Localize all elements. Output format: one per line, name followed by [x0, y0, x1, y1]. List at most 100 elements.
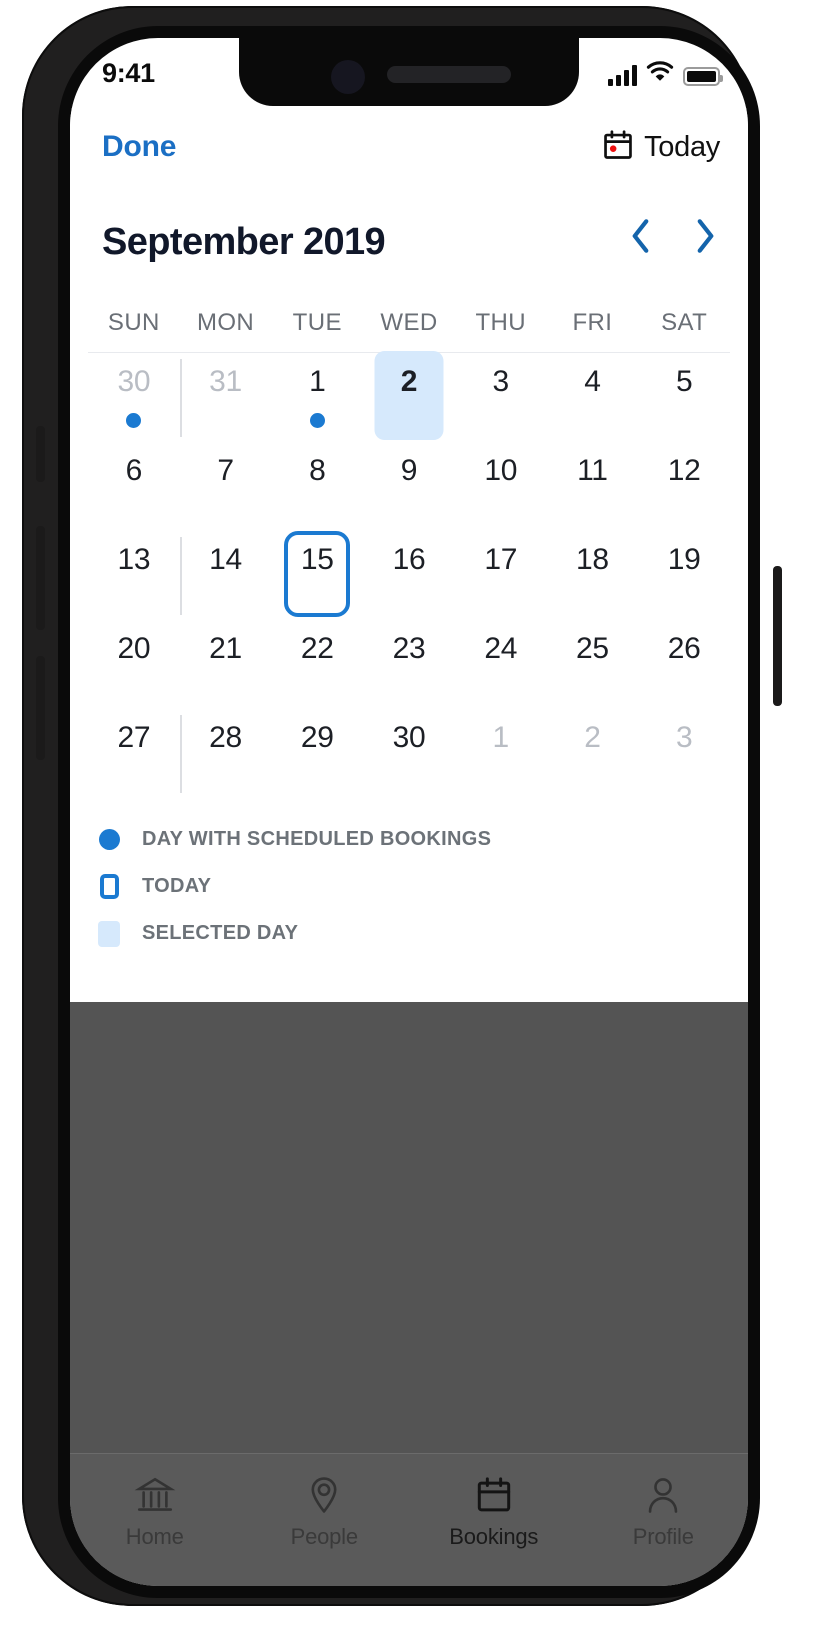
day-cell[interactable]: 3	[455, 353, 547, 442]
power-button[interactable]	[773, 566, 782, 706]
tab-label-people: People	[290, 1524, 359, 1549]
day-number: 31	[209, 365, 242, 398]
day-number: 27	[117, 721, 151, 754]
day-cell[interactable]: 23	[363, 620, 455, 709]
day-cell[interactable]: 2	[363, 351, 455, 442]
day-number: 13	[117, 543, 151, 576]
person-icon	[642, 1472, 684, 1518]
day-number: 3	[675, 721, 693, 754]
day-number: 12	[667, 454, 701, 487]
day-cell[interactable]: 24	[455, 620, 547, 709]
legend-label: SELECTED DAY	[142, 922, 299, 944]
day-number: 9	[400, 454, 418, 487]
battery-full-icon	[683, 67, 723, 86]
day-number: 14	[209, 543, 242, 576]
legend-row: TODAY	[96, 863, 748, 910]
day-number: 7	[217, 454, 234, 487]
day-number: 3	[492, 365, 510, 398]
day-number: 10	[484, 454, 518, 487]
weekday-header-row: SUN MON TUE WED THU FRI SAT	[70, 294, 748, 352]
today-button-label: Today	[644, 131, 720, 163]
day-cell[interactable]: 8	[271, 442, 363, 531]
day-cell[interactable]: 7	[180, 442, 272, 531]
day-cell[interactable]: 15	[271, 531, 363, 620]
legend-row: SELECTED DAY	[96, 910, 748, 957]
weekday-sun: SUN	[107, 309, 160, 336]
day-cell[interactable]: 11	[547, 442, 639, 531]
volume-up-button[interactable]	[36, 656, 45, 760]
weekday-wed: WED	[380, 309, 438, 336]
day-cell[interactable]: 25	[547, 620, 639, 709]
day-cell[interactable]: 19	[638, 531, 730, 620]
day-number: 19	[667, 543, 701, 576]
day-cell[interactable]: 29	[271, 709, 363, 798]
day-cell[interactable]: 2	[547, 709, 639, 798]
day-cell[interactable]: 30	[363, 709, 455, 798]
month-title: September 2019	[102, 220, 386, 263]
day-number: 2	[584, 721, 601, 754]
day-number: 20	[117, 632, 151, 665]
day-cell[interactable]: 6	[88, 442, 180, 531]
tab-label-bookings: Bookings	[449, 1524, 539, 1549]
today-button[interactable]: Today	[601, 128, 720, 167]
day-cell[interactable]: 30	[88, 353, 180, 442]
week-row: 30 31 1 2 3 4 5	[88, 351, 730, 442]
legend-selected-swatch	[96, 920, 122, 947]
day-cell[interactable]: 10	[455, 442, 547, 531]
day-cell[interactable]: 16	[363, 531, 455, 620]
month-nav-controls	[626, 212, 720, 260]
day-cell[interactable]: 28	[180, 709, 272, 798]
day-cell[interactable]: 22	[271, 620, 363, 709]
cellular-signal-icon	[608, 65, 637, 86]
week-row: 27 28 29 30 1 2 3	[88, 709, 730, 798]
day-cell[interactable]: 5	[638, 353, 730, 442]
front-camera	[331, 60, 365, 94]
day-number: 5	[675, 365, 693, 398]
tab-item-people[interactable]: People	[240, 1454, 410, 1586]
day-cell[interactable]: 1	[271, 353, 363, 442]
mute-switch[interactable]	[36, 426, 45, 482]
tab-item-bookings[interactable]: Bookings	[409, 1454, 579, 1586]
day-number: 28	[209, 721, 242, 754]
day-cell[interactable]: 21	[180, 620, 272, 709]
day-cell[interactable]: 13	[88, 531, 180, 620]
day-cell[interactable]: 1	[455, 709, 547, 798]
day-number: 11	[577, 454, 608, 487]
tab-item-profile[interactable]: Profile	[579, 1454, 749, 1586]
bank-icon	[134, 1472, 176, 1518]
day-number: 4	[584, 365, 601, 398]
day-cell[interactable]: 18	[547, 531, 639, 620]
day-cell[interactable]: 20	[88, 620, 180, 709]
day-cell[interactable]: 27	[88, 709, 180, 798]
volume-down-button[interactable]	[36, 526, 45, 630]
week-row: 13 14 15 16 17 18 19	[88, 531, 730, 620]
phone-chassis: Home People Bookings Profile September 2…	[22, 6, 782, 1606]
day-cell[interactable]: 14	[180, 531, 272, 620]
day-number: 25	[576, 632, 609, 665]
weekday-fri: FRI	[572, 309, 613, 336]
device-notch	[239, 38, 579, 106]
day-cell[interactable]: 17	[455, 531, 547, 620]
day-cell[interactable]: 12	[638, 442, 730, 531]
weekday-tue: TUE	[292, 309, 342, 336]
tab-label-profile: Profile	[632, 1524, 694, 1549]
weekday-sat: SAT	[661, 309, 708, 336]
day-number: 16	[392, 543, 426, 576]
day-cell[interactable]: 4	[547, 353, 639, 442]
day-cell[interactable]: 9	[363, 442, 455, 531]
location-pin-icon	[303, 1472, 345, 1518]
chevron-left-icon[interactable]	[626, 212, 656, 260]
done-button[interactable]: Done	[102, 130, 176, 164]
day-number: 18	[576, 543, 609, 576]
week-row: 20 21 22 23 24 25 26	[88, 620, 730, 709]
day-number: 22	[300, 632, 334, 665]
legend-label: TODAY	[142, 875, 212, 897]
day-cell[interactable]: 31	[180, 353, 272, 442]
wifi-icon	[646, 60, 674, 86]
weekday-thu: THU	[475, 309, 526, 336]
day-cell[interactable]: 3	[638, 709, 730, 798]
day-cell[interactable]: 26	[638, 620, 730, 709]
tab-item-home[interactable]: Home	[70, 1454, 240, 1586]
day-number: 17	[484, 543, 518, 576]
chevron-right-icon[interactable]	[690, 212, 720, 260]
